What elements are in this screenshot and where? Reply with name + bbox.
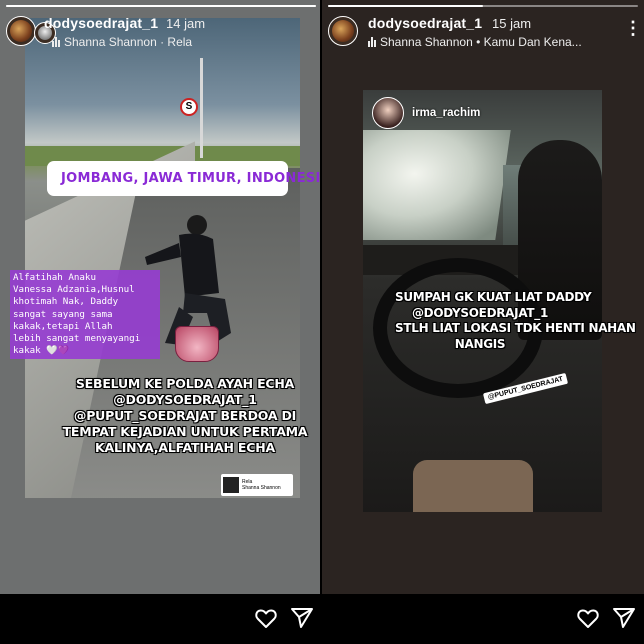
story-header-left: dodysoedrajat_1 14 jam Shanna Shannon · … bbox=[6, 10, 314, 54]
music-attribution[interactable]: Shanna Shannon · Rela bbox=[52, 35, 192, 49]
handbag bbox=[413, 460, 533, 512]
flower-basket bbox=[175, 326, 219, 362]
music-bars-icon bbox=[368, 37, 376, 47]
no-stopping-sign: S bbox=[180, 98, 198, 116]
music-label: Shanna Shannon · Rela bbox=[64, 35, 193, 49]
music-bars-icon bbox=[52, 37, 60, 47]
username[interactable]: dodysoedrajat_1 bbox=[368, 15, 482, 31]
location-label: JOMBANG, JAWA TIMUR, INDONESIA bbox=[61, 171, 322, 186]
avatar[interactable] bbox=[328, 16, 358, 46]
timestamp: 14 jam bbox=[166, 16, 206, 31]
username[interactable]: dodysoedrajat_1 bbox=[44, 15, 158, 31]
album-art bbox=[223, 477, 239, 493]
send-icon[interactable] bbox=[290, 606, 314, 630]
mention-username: irma_rachim bbox=[412, 107, 481, 119]
caption-main-right: SUMPAH GK KUAT LIAT DADDY @DODYSOEDRAJAT… bbox=[395, 290, 636, 351]
location-sticker[interactable]: JOMBANG, JAWA TIMUR, INDONESIA bbox=[47, 161, 322, 196]
caption-prayer: Alfatihah Anaku Vanessa Adzania,Husnul k… bbox=[10, 270, 160, 360]
story-progress-right bbox=[328, 5, 638, 7]
music-sticker-artist: Shanna Shannon bbox=[242, 485, 281, 491]
avatar[interactable] bbox=[6, 16, 36, 46]
story-footer-left bbox=[0, 594, 322, 644]
avatar bbox=[372, 97, 404, 129]
heart-icon[interactable] bbox=[254, 606, 278, 630]
mention-irma[interactable]: irma_rachim bbox=[372, 97, 480, 129]
story-footer-right bbox=[322, 594, 644, 644]
story-header-right: dodysoedrajat_1 15 jam Shanna Shannon • … bbox=[328, 10, 642, 54]
more-icon[interactable]: ⋮ bbox=[624, 18, 642, 39]
music-label: Shanna Shannon • Kamu Dan Kena... bbox=[380, 35, 582, 49]
timestamp: 15 jam bbox=[492, 16, 532, 31]
music-sticker[interactable]: Rela Shanna Shannon bbox=[221, 474, 293, 496]
story-left[interactable]: S dodysoedrajat_1 14 jam Shanna Shannon … bbox=[0, 0, 322, 644]
story-progress-left bbox=[6, 5, 316, 7]
send-icon[interactable] bbox=[612, 606, 636, 630]
caption-main-left: SEBELUM KE POLDA AYAH ECHA @DODYSOEDRAJA… bbox=[62, 376, 308, 455]
heart-icon[interactable] bbox=[576, 606, 600, 630]
music-attribution[interactable]: Shanna Shannon • Kamu Dan Kena... bbox=[368, 35, 582, 49]
